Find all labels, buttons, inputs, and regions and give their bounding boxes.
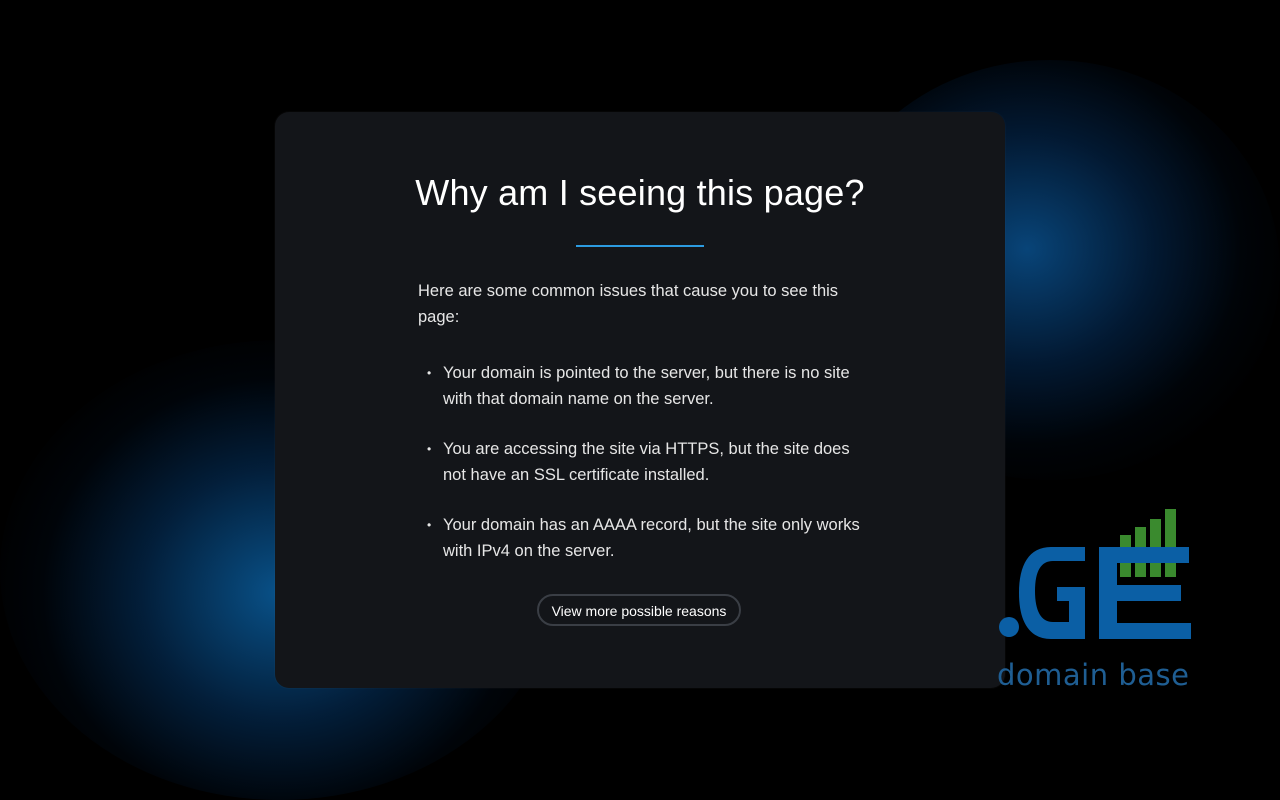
reasons-list: • Your domain is pointed to the server, …: [418, 360, 868, 588]
reason-text: Your domain is pointed to the server, bu…: [443, 364, 850, 408]
bullet-icon: •: [427, 518, 432, 532]
title-divider: [576, 245, 704, 247]
reason-text: Your domain has an AAAA record, but the …: [443, 516, 860, 560]
bullet-icon: •: [427, 366, 432, 380]
bullet-icon: •: [427, 442, 432, 456]
list-item: • Your domain is pointed to the server, …: [418, 360, 868, 412]
page-title: Why am I seeing this page?: [415, 172, 865, 213]
info-card: Why am I seeing this page? Here are some…: [275, 112, 1005, 688]
view-more-reasons-button[interactable]: View more possible reasons: [537, 594, 741, 626]
logo-tagline: domain base: [997, 658, 1190, 692]
domain-base-logo: domain base: [995, 505, 1195, 700]
list-item: • Your domain has an AAAA record, but th…: [418, 512, 868, 564]
intro-text: Here are some common issues that cause y…: [418, 282, 839, 326]
signal-bars-logo-icon: [999, 509, 1191, 639]
list-item: • You are accessing the site via HTTPS, …: [418, 436, 868, 488]
reason-text: You are accessing the site via HTTPS, bu…: [443, 440, 850, 484]
